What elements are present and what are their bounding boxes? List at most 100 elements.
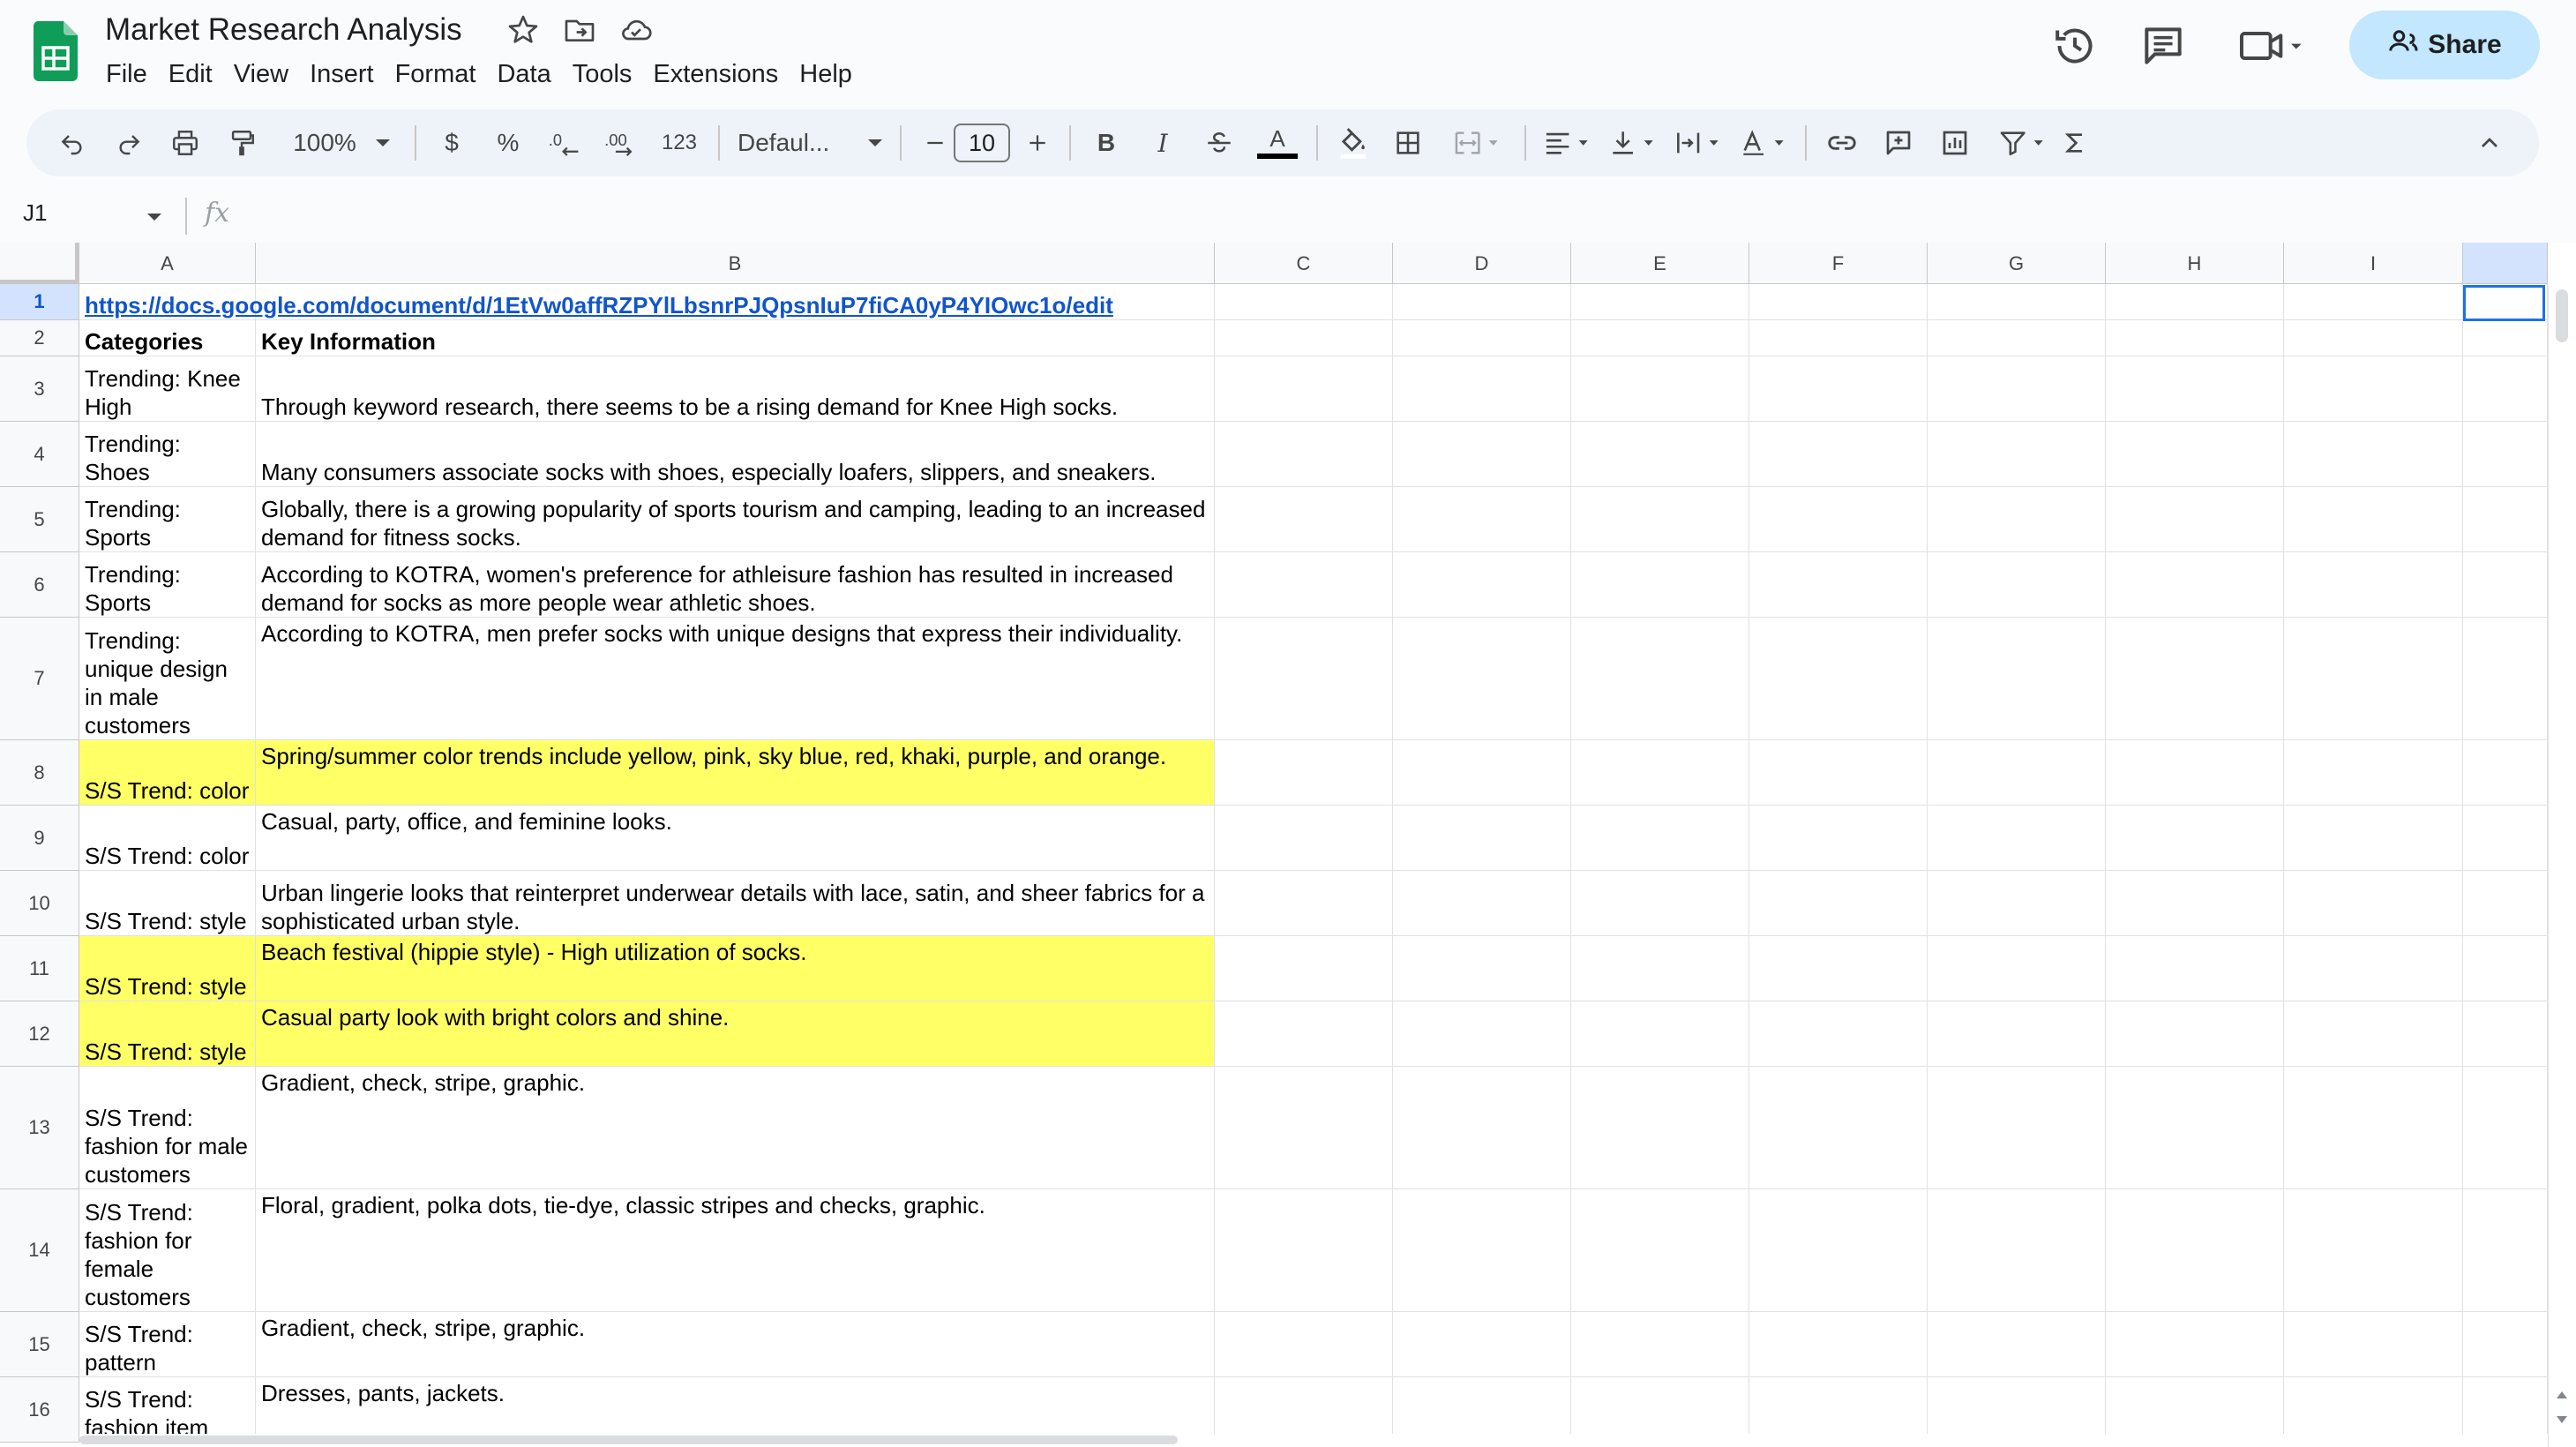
menu-data[interactable]: Data (486, 55, 561, 94)
functions-icon[interactable] (2056, 122, 2094, 164)
cell-d2[interactable] (1393, 320, 1571, 356)
cell-d12[interactable] (1393, 1001, 1571, 1067)
cell-c3[interactable] (1215, 356, 1393, 422)
cell-f13[interactable] (1749, 1067, 1928, 1189)
cell-d13[interactable] (1393, 1067, 1571, 1189)
text-color-button[interactable]: A (1254, 122, 1300, 164)
cell-h4[interactable] (2106, 422, 2284, 487)
cell-e12[interactable] (1571, 1001, 1749, 1067)
text-wrapping-icon[interactable] (1667, 122, 1729, 164)
cell-d3[interactable] (1393, 356, 1571, 422)
column-header-i[interactable]: I (2284, 243, 2463, 284)
cell-b8[interactable]: Spring/summer color trends include yello… (256, 740, 1215, 806)
cell-d7[interactable] (1393, 618, 1571, 740)
column-header-a[interactable]: A (79, 243, 256, 284)
selected-cell-j1[interactable] (2463, 285, 2545, 321)
cell-i1[interactable] (2284, 284, 2463, 320)
version-history-icon[interactable] (2050, 21, 2100, 71)
meet-icon[interactable] (2237, 21, 2308, 71)
cell-b13[interactable]: Gradient, check, stripe, graphic. (256, 1067, 1215, 1189)
cell-d1[interactable] (1393, 284, 1571, 320)
cell-i5[interactable] (2284, 487, 2463, 552)
collapse-toolbar-icon[interactable] (2470, 122, 2509, 164)
cell-h2[interactable] (2106, 320, 2284, 356)
cell-h8[interactable] (2106, 740, 2284, 806)
cell-b16[interactable]: Dresses, pants, jackets. (256, 1377, 1215, 1443)
cell-f11[interactable] (1749, 936, 1928, 1001)
menu-edit[interactable]: Edit (158, 55, 223, 94)
cell-i7[interactable] (2284, 618, 2463, 740)
cell-i9[interactable] (2284, 806, 2463, 871)
cell-b7[interactable]: According to KOTRA, men prefer socks wit… (256, 618, 1215, 740)
document-link[interactable]: https://docs.google.com/document/d/1EtVw… (85, 291, 1113, 319)
decrease-decimal-icon[interactable]: .0 (543, 122, 586, 164)
cell-d6[interactable] (1393, 552, 1571, 618)
cell-b12[interactable]: Casual party look with bright colors and… (256, 1001, 1215, 1067)
cell-g9[interactable] (1928, 806, 2106, 871)
cell-j16[interactable] (2463, 1377, 2548, 1443)
cell-f9[interactable] (1749, 806, 1928, 871)
cell-d15[interactable] (1393, 1312, 1571, 1377)
cell-j8[interactable] (2463, 740, 2548, 806)
cell-a10[interactable]: S/S Trend: style (79, 871, 256, 936)
text-rotation-icon[interactable] (1733, 122, 1794, 164)
cell-g4[interactable] (1928, 422, 2106, 487)
cell-h3[interactable] (2106, 356, 2284, 422)
cell-a11[interactable]: S/S Trend: style (79, 936, 256, 1001)
print-icon[interactable] (168, 122, 203, 164)
insert-link-icon[interactable] (1823, 122, 1861, 164)
cell-e7[interactable] (1571, 618, 1749, 740)
cell-i11[interactable] (2284, 936, 2463, 1001)
cell-e4[interactable] (1571, 422, 1749, 487)
cell-f1[interactable] (1749, 284, 1928, 320)
cell-f5[interactable] (1749, 487, 1928, 552)
cell-b2[interactable]: Key Information (256, 320, 1215, 356)
cell-e1[interactable] (1571, 284, 1749, 320)
font-select[interactable]: Defaul... (738, 122, 861, 164)
cell-f3[interactable] (1749, 356, 1928, 422)
name-box[interactable]: J1 (23, 199, 47, 227)
row-header-6[interactable]: 6 (0, 552, 79, 618)
cell-g11[interactable] (1928, 936, 2106, 1001)
select-all-corner[interactable] (0, 243, 79, 284)
cell-a6[interactable]: Trending: Sports (79, 552, 256, 618)
cell-f8[interactable] (1749, 740, 1928, 806)
cell-c1[interactable] (1215, 284, 1393, 320)
name-box-dropdown-icon[interactable] (146, 208, 163, 230)
cell-i2[interactable] (2284, 320, 2463, 356)
menu-help[interactable]: Help (789, 55, 863, 94)
menu-view[interactable]: View (223, 55, 299, 94)
cell-g1[interactable] (1928, 284, 2106, 320)
sheets-logo-icon[interactable] (33, 21, 78, 81)
cell-h12[interactable] (2106, 1001, 2284, 1067)
cell-j6[interactable] (2463, 552, 2548, 618)
row-header-5[interactable]: 5 (0, 487, 79, 552)
cell-d16[interactable] (1393, 1377, 1571, 1443)
cell-h7[interactable] (2106, 618, 2284, 740)
cell-a16[interactable]: S/S Trend: fashion item (79, 1377, 256, 1443)
percent-format-button[interactable]: % (490, 122, 526, 164)
cell-a3[interactable]: Trending: Knee High (79, 356, 256, 422)
cell-c6[interactable] (1215, 552, 1393, 618)
cell-i15[interactable] (2284, 1312, 2463, 1377)
row-header-7[interactable]: 7 (0, 618, 79, 740)
cell-a15[interactable]: S/S Trend: pattern (79, 1312, 256, 1377)
cell-j10[interactable] (2463, 871, 2548, 936)
cell-a2[interactable]: Categories (79, 320, 256, 356)
cell-c10[interactable] (1215, 871, 1393, 936)
horizontal-scroll-thumb[interactable] (79, 1436, 1178, 1444)
scroll-arrows-icon[interactable] (2548, 1381, 2576, 1434)
cell-d5[interactable] (1393, 487, 1571, 552)
cell-g6[interactable] (1928, 552, 2106, 618)
cell-h10[interactable] (2106, 871, 2284, 936)
cell-f4[interactable] (1749, 422, 1928, 487)
cell-h13[interactable] (2106, 1067, 2284, 1189)
document-title[interactable]: Market Research Analysis (105, 11, 462, 49)
row-header-15[interactable]: 15 (0, 1312, 79, 1377)
cell-f7[interactable] (1749, 618, 1928, 740)
fill-color-icon[interactable] (1334, 122, 1373, 164)
row-header-13[interactable]: 13 (0, 1067, 79, 1189)
column-header-c[interactable]: C (1215, 243, 1393, 284)
move-folder-icon[interactable] (562, 12, 597, 48)
zoom-select[interactable]: 100% (281, 122, 369, 164)
